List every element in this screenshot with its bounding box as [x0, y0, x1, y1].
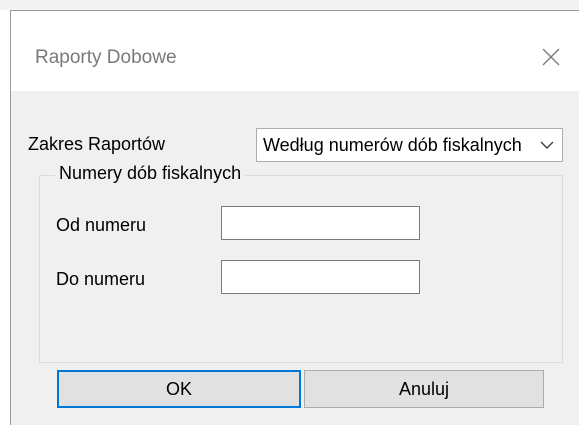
range-select-value: Według numerów dób fiskalnych: [263, 135, 522, 155]
screen: Raporty Dobowe Zakres Raportów Według nu…: [0, 0, 579, 425]
background-strip: [0, 0, 579, 10]
range-select[interactable]: Według numerów dób fiskalnych: [256, 128, 563, 162]
chevron-down-icon: [540, 141, 554, 149]
to-number-input[interactable]: [221, 260, 420, 294]
cancel-button[interactable]: Anuluj: [304, 370, 544, 408]
from-number-input[interactable]: [221, 206, 420, 240]
close-button[interactable]: [529, 35, 573, 79]
window-title: Raporty Dobowe: [35, 47, 177, 68]
close-icon: [542, 48, 560, 66]
group-legend: Numery dób fiskalnych: [55, 163, 246, 184]
range-label: Zakres Raportów: [28, 134, 166, 154]
raporty-dobowe-dialog: Raporty Dobowe Zakres Raportów Według nu…: [10, 10, 579, 425]
to-number-label: Do numeru: [56, 269, 146, 289]
ok-button[interactable]: OK: [57, 370, 301, 408]
title-bar[interactable]: Raporty Dobowe: [11, 11, 579, 91]
from-number-label: Od numeru: [56, 215, 147, 235]
